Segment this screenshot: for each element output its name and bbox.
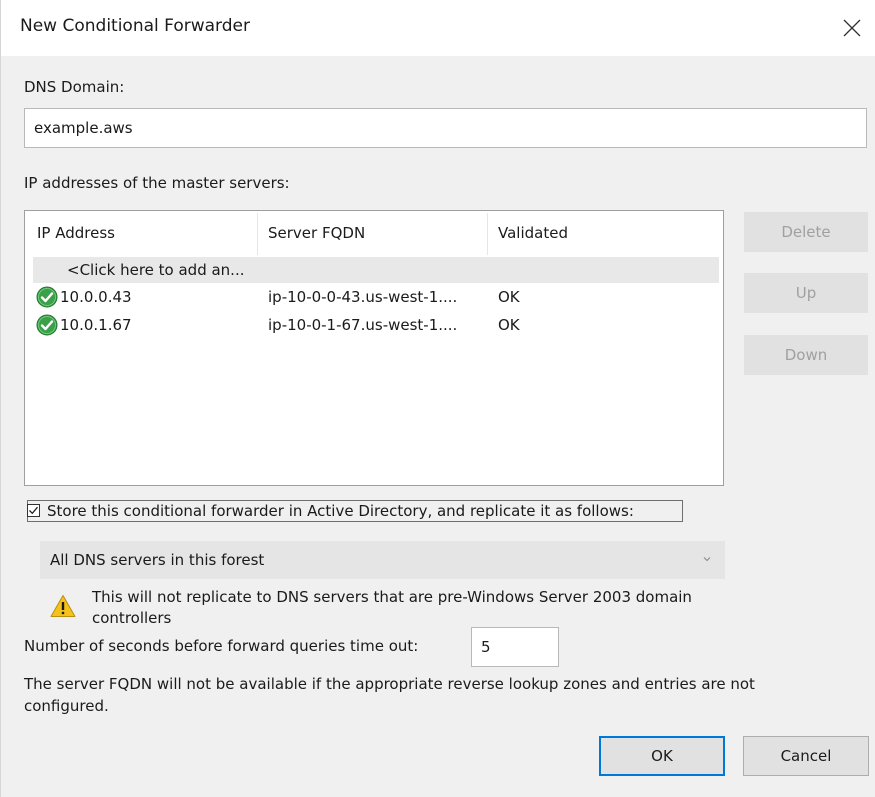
window-title: New Conditional Forwarder	[20, 16, 250, 36]
table-row[interactable]: 10.0.0.43 ip-10-0-0-43.us-west-1.... OK	[33, 284, 719, 310]
warning-icon	[50, 595, 76, 617]
store-in-ad-label: Store this conditional forwarder in Acti…	[47, 502, 634, 520]
cancel-button[interactable]: Cancel	[743, 736, 869, 776]
close-icon	[843, 19, 861, 37]
dialog-window: New Conditional Forwarder DNS Domain: ex…	[0, 0, 875, 797]
column-header-ip-address[interactable]: IP Address	[37, 224, 115, 242]
green-check-icon	[36, 314, 58, 336]
store-in-ad-checkbox-row[interactable]: Store this conditional forwarder in Acti…	[27, 500, 683, 522]
timeout-input[interactable]: 5	[471, 627, 559, 667]
store-in-ad-checkbox[interactable]	[27, 504, 40, 517]
column-divider[interactable]	[487, 213, 488, 255]
checkmark-icon	[29, 506, 38, 515]
ip-address-cell: 10.0.0.43	[60, 288, 132, 306]
replication-scope-dropdown[interactable]: All DNS servers in this forest	[40, 541, 725, 579]
ip-address-cell: 10.0.1.67	[60, 316, 132, 334]
server-fqdn-cell: ip-10-0-0-43.us-west-1....	[268, 288, 458, 306]
server-fqdn-cell: ip-10-0-1-67.us-west-1....	[268, 316, 458, 334]
dns-domain-input[interactable]: example.aws	[24, 108, 867, 148]
column-header-server-fqdn[interactable]: Server FQDN	[268, 224, 365, 242]
validated-cell: OK	[498, 316, 520, 334]
chevron-down-icon	[703, 557, 711, 562]
close-button[interactable]	[832, 10, 872, 46]
master-servers-list[interactable]: IP Address Server FQDN Validated <Click …	[24, 210, 724, 486]
column-header-validated[interactable]: Validated	[498, 224, 568, 242]
green-check-icon	[36, 286, 58, 308]
fqdn-note-text: The server FQDN will not be available if…	[24, 675, 755, 715]
up-button[interactable]: Up	[744, 273, 868, 313]
down-button[interactable]: Down	[744, 335, 868, 375]
table-row[interactable]: 10.0.1.67 ip-10-0-1-67.us-west-1.... OK	[33, 312, 719, 338]
dns-domain-label: DNS Domain:	[24, 78, 125, 96]
delete-button[interactable]: Delete	[744, 212, 868, 252]
validated-cell: OK	[498, 288, 520, 306]
timeout-label: Number of seconds before forward queries…	[24, 637, 419, 655]
replication-scope-value: All DNS servers in this forest	[50, 551, 265, 569]
add-server-row[interactable]: <Click here to add an...	[33, 257, 719, 283]
list-header: IP Address Server FQDN Validated	[25, 211, 723, 257]
column-divider[interactable]	[257, 213, 258, 255]
master-servers-label: IP addresses of the master servers:	[24, 174, 290, 192]
title-bar: New Conditional Forwarder	[1, 0, 875, 56]
ok-button[interactable]: OK	[599, 736, 725, 776]
replication-warning-text: This will not replicate to DNS servers t…	[92, 588, 692, 627]
